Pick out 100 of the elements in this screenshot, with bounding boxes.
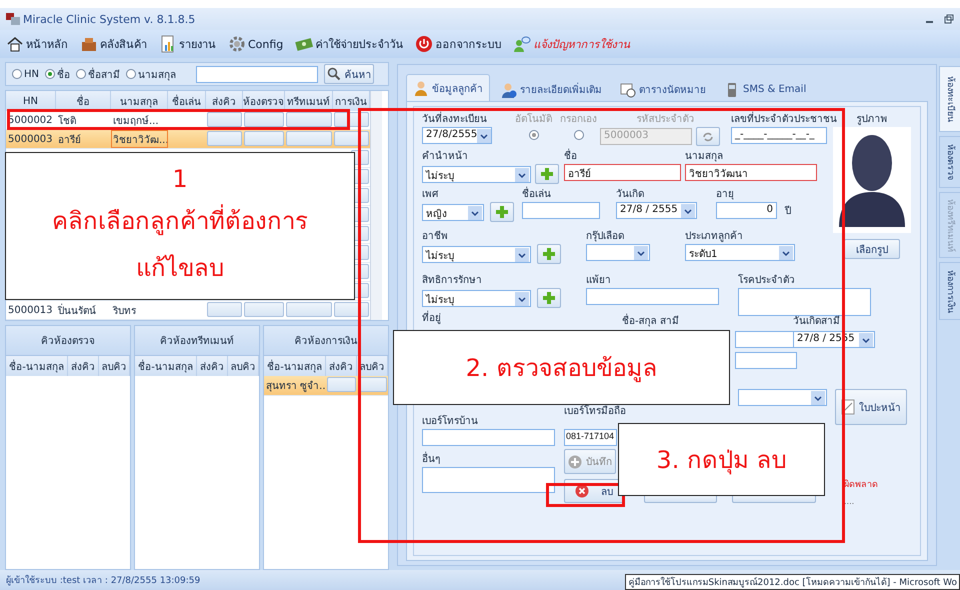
radio-option[interactable]: ชื่อสามี <box>76 66 120 82</box>
side-tab[interactable]: ห้องการเงิน <box>939 262 960 320</box>
toolbar-button[interactable]: หน้าหลัก <box>6 35 68 53</box>
cell-button[interactable] <box>207 302 242 317</box>
field-label: เพศ <box>422 188 438 202</box>
cover-sheet-button[interactable]: ใบปะหน้า <box>835 389 907 425</box>
queue-row[interactable]: สุนทรา ซูจำ... <box>264 376 388 396</box>
radio-button[interactable] <box>12 69 22 79</box>
add-button[interactable] <box>537 244 561 264</box>
cell-button[interactable] <box>286 131 332 146</box>
house-icon <box>6 35 24 53</box>
radio-option[interactable]: นามสกุล <box>126 66 176 82</box>
queue-title: คิวห้องทรีทเมนท์ <box>135 326 259 356</box>
toolbar-button[interactable]: แจ้งปัญหาการใช้งาน <box>513 35 630 53</box>
field-label: อื่นๆ <box>422 453 440 467</box>
field-label: เบอร์โทรมือถือ <box>564 405 626 419</box>
radio-button[interactable] <box>528 130 538 140</box>
callout-text: 3. กดปุ่ม ลบ <box>656 445 787 476</box>
table-cell-text: 5000003 <box>7 132 54 146</box>
field-label: อาชีพ <box>422 230 448 244</box>
column-header: ลบคิว <box>99 356 130 376</box>
toolbar-button[interactable]: Config <box>228 35 284 53</box>
dropdown[interactable]: 27/8/2555 <box>422 127 492 144</box>
cell-button[interactable] <box>334 131 369 146</box>
number-field[interactable]: 0 <box>716 202 777 219</box>
field-label: โรคประจำตัว <box>738 274 795 288</box>
search-field[interactable] <box>196 66 318 82</box>
dropdown-arrow-icon <box>859 333 873 347</box>
field-label: เบอร์โทรบ้าน <box>422 415 478 429</box>
field-label: คำนำหน้า <box>422 150 468 164</box>
cell-button[interactable] <box>286 302 332 317</box>
radio-option[interactable]: ชื่อ <box>45 66 70 82</box>
cell-button[interactable] <box>286 112 332 127</box>
toolbar-button[interactable]: ออกจากระบบ <box>415 35 502 53</box>
dropdown[interactable]: ระดับ1 <box>685 244 795 261</box>
side-tab[interactable]: ห้องตรวจ <box>939 136 960 188</box>
text-field[interactable]: _-____-_____-__-_ <box>731 127 827 144</box>
field-label: แพ้ยา <box>586 274 611 288</box>
toolbar-button[interactable]: ค่าใช้จ่ายประจำวัน <box>295 35 404 53</box>
text-field[interactable]: วิชยาวิวัฒนา <box>685 164 817 181</box>
text-field[interactable] <box>735 352 797 369</box>
add-button[interactable] <box>490 202 514 222</box>
radio-option[interactable]: HN <box>12 68 39 80</box>
field-label: ชื่อเล่น <box>522 188 551 202</box>
scrollbar[interactable] <box>370 91 382 320</box>
radio-button[interactable] <box>45 69 55 79</box>
table-cell-text: โชติ <box>57 114 77 128</box>
radio-button[interactable] <box>76 69 86 79</box>
restore-icon[interactable] <box>944 14 954 24</box>
cell-button[interactable] <box>244 131 284 146</box>
tab[interactable]: ข้อมูลลูกค้า <box>406 74 490 101</box>
text-field[interactable] <box>586 288 719 305</box>
dropdown[interactable] <box>738 389 827 406</box>
power-icon <box>415 35 434 53</box>
refresh-button[interactable] <box>696 127 720 146</box>
boxes-icon <box>80 35 98 53</box>
callout-text: คลิกเลือกลูกค้าที่ต้องการ <box>52 201 308 240</box>
dropdown[interactable]: หญิง <box>422 204 484 220</box>
money-icon <box>295 35 314 53</box>
search-button[interactable]: ค้นหา <box>324 64 374 84</box>
dropdown[interactable]: ไม่ระบุ <box>422 290 531 306</box>
cell-button[interactable] <box>244 302 284 317</box>
choose-photo-button[interactable]: เลือกรูป <box>844 239 900 259</box>
cell-button[interactable] <box>358 377 387 392</box>
add-button[interactable] <box>535 164 559 184</box>
cell-button[interactable] <box>327 377 356 392</box>
toolbar-button[interactable]: คลังสินค้า <box>80 35 147 53</box>
table-cell-text: ปิ่นนรัตน์ <box>56 302 97 318</box>
add-button[interactable] <box>537 288 561 308</box>
dropdown-arrow-icon <box>468 206 482 220</box>
tab[interactable]: รายละเอียดเพิ่มเติม <box>494 77 609 101</box>
toolbar-button[interactable]: รายงาน <box>159 35 216 53</box>
radio-button[interactable] <box>126 69 136 79</box>
dropdown[interactable]: ไม่ระบุ <box>422 166 531 182</box>
side-tab[interactable]: ห้องทะเบียน <box>939 66 960 132</box>
dropdown[interactable] <box>586 244 650 261</box>
cell-button[interactable] <box>244 112 284 127</box>
field-label: รหัสประจำตัว <box>636 113 694 127</box>
text-area[interactable] <box>738 288 871 316</box>
dropdown[interactable]: 27/8 / 2555 <box>616 202 697 219</box>
tab[interactable]: ตารางนัดหมาย <box>613 77 713 101</box>
plus-icon <box>495 205 509 219</box>
cell-button[interactable] <box>334 302 369 317</box>
cell-button[interactable] <box>207 112 242 127</box>
cell-button[interactable] <box>207 131 242 146</box>
field-label: ชื่อ-สกุล สามี <box>622 315 679 329</box>
text-field[interactable]: อารีย์ <box>564 164 681 181</box>
table-cell-text: เขมฤกษ์... <box>112 114 160 128</box>
tab[interactable]: SMS & Email <box>717 77 814 101</box>
person-silhouette-icon <box>833 127 911 233</box>
radio-button[interactable] <box>574 130 584 140</box>
text-field[interactable]: 081-717104 <box>564 429 617 446</box>
text-field[interactable] <box>522 202 600 219</box>
text-field[interactable] <box>422 429 555 446</box>
text-area[interactable] <box>422 467 555 493</box>
column-header: ส่งคิว <box>197 356 228 376</box>
table-row[interactable]: 5000013 ปิ่นนรัตน์ ริบทร <box>6 301 370 320</box>
calendar-clock-icon <box>620 82 636 98</box>
dropdown[interactable]: ไม่ระบุ <box>422 246 531 262</box>
table-row[interactable]: 5000003 อารีย์ วิชยาวิวัฒ... <box>6 130 370 149</box>
